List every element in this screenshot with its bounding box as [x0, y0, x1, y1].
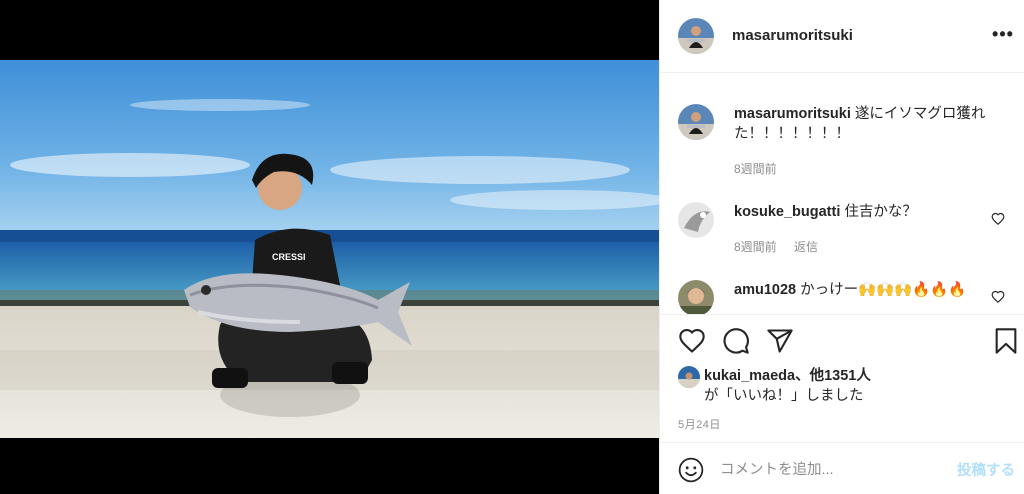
more-options-icon[interactable]: ••• [991, 22, 1015, 46]
post-date[interactable]: 5月24日 [678, 416, 721, 432]
comments-list: masarumoritsuki 遂にイソマグロ獲れた！！！！！！！ 8週間前 k… [660, 74, 1024, 314]
post-actions: kukai_maeda、他1351人 が「いいね！」しました 5月24日 [660, 314, 1024, 442]
comment-like-heart-icon[interactable] [991, 290, 1005, 304]
author-username[interactable]: masarumoritsuki [732, 27, 853, 44]
comment-time[interactable]: 8週間前 [734, 240, 777, 254]
likes-suffix: が「いいね！」しました [704, 388, 864, 404]
likes-count[interactable]: 、他1351人 [795, 368, 871, 384]
author-avatar[interactable] [678, 18, 714, 54]
post-comment-button[interactable]: 投稿する [957, 459, 1015, 480]
comment-icon[interactable] [722, 327, 750, 355]
liker-username[interactable]: kukai_maeda [704, 368, 795, 384]
share-icon[interactable] [766, 327, 794, 355]
post-sidebar: masarumoritsuki ••• masarumoritsuki 遂にイソ… [659, 0, 1024, 494]
comment-username[interactable]: amu1028 [734, 282, 796, 298]
comment-text: 住吉かな？ [844, 204, 917, 220]
emoji-icon[interactable] [678, 457, 704, 483]
comment-time[interactable]: 8週間前 [734, 162, 777, 176]
commenter-avatar[interactable] [678, 280, 714, 314]
add-comment-bar: 投稿する [660, 442, 1024, 494]
comment-username[interactable]: kosuke_bugatti [734, 204, 840, 220]
comment-body: kosuke_bugatti 住吉かな？ [734, 202, 997, 222]
comment-text: かっけー🙌🙌🙌🔥🔥🔥 [800, 282, 967, 298]
heart-icon[interactable] [678, 327, 706, 355]
comment-username[interactable]: masarumoritsuki [734, 106, 851, 122]
comment-input[interactable] [720, 457, 940, 483]
post-header: masarumoritsuki ••• [660, 0, 1024, 73]
author-avatar[interactable] [678, 104, 714, 140]
post-photo[interactable]: CRESSI [0, 60, 659, 438]
post-media: CRESSI [0, 0, 659, 494]
commenter-avatar[interactable] [678, 202, 714, 238]
comment-meta: 8週間前 [734, 160, 791, 177]
liker-avatar[interactable] [678, 366, 700, 388]
comment-meta: 8週間前 返信 [734, 238, 832, 255]
svg-text:CRESSI: CRESSI [272, 252, 306, 262]
comment-like-heart-icon[interactable] [991, 212, 1005, 226]
comment-body: masarumoritsuki 遂にイソマグロ獲れた！！！！！！！ [734, 104, 997, 144]
bookmark-icon[interactable] [992, 327, 1020, 355]
reply-button[interactable]: 返信 [794, 240, 818, 254]
likes-summary: kukai_maeda、他1351人 [704, 366, 871, 386]
comment-body: amu1028 かっけー🙌🙌🙌🔥🔥🔥 [734, 280, 997, 300]
